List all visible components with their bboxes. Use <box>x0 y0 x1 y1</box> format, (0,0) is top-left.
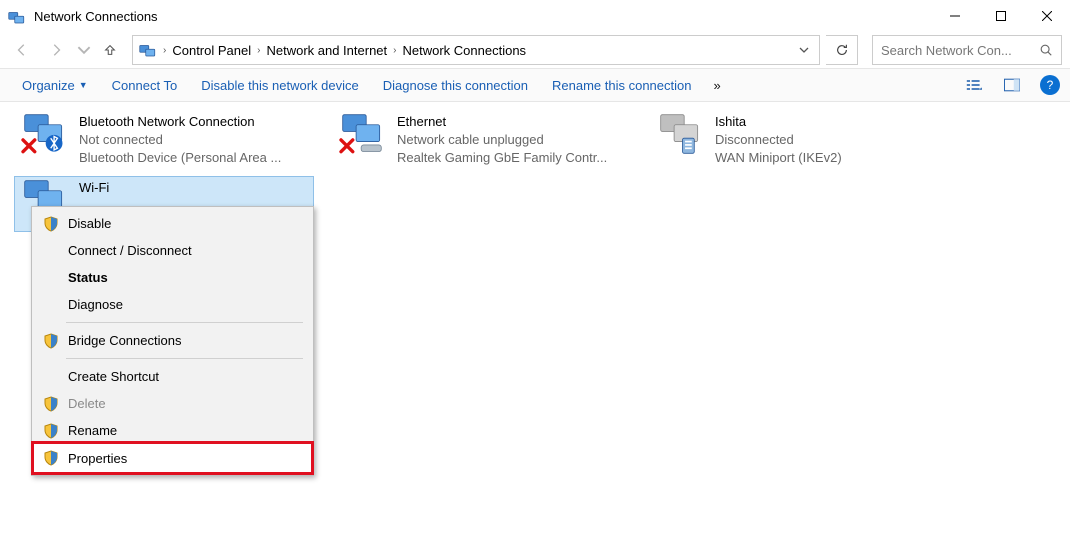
network-connections-icon <box>8 9 26 25</box>
connection-item-ethernet[interactable]: Ethernet Network cable unplugged Realtek… <box>332 110 632 170</box>
organize-menu[interactable]: Organize▼ <box>10 69 100 101</box>
ctx-connect-disconnect[interactable]: Connect / Disconnect <box>34 237 311 264</box>
minimize-button[interactable] <box>932 1 978 31</box>
connection-device: Bluetooth Device (Personal Area ... <box>79 149 281 167</box>
recent-locations-button[interactable] <box>76 36 92 64</box>
breadcrumb-sep: › <box>159 45 170 56</box>
up-button[interactable] <box>98 38 122 62</box>
disable-device-button[interactable]: Disable this network device <box>189 69 371 101</box>
navigation-row: › Control Panel › Network and Internet ›… <box>0 32 1070 68</box>
content-area: Bluetooth Network Connection Not connect… <box>0 102 1070 240</box>
command-bar: Organize▼ Connect To Disable this networ… <box>0 68 1070 102</box>
forward-button[interactable] <box>42 36 70 64</box>
ctx-status[interactable]: Status <box>34 264 311 291</box>
connection-status: Disconnected <box>715 131 842 149</box>
ctx-create-shortcut[interactable]: Create Shortcut <box>34 363 311 390</box>
close-button[interactable] <box>1024 1 1070 31</box>
breadcrumb-item[interactable]: Control Panel <box>170 43 253 58</box>
address-bar[interactable]: › Control Panel › Network and Internet ›… <box>132 35 820 65</box>
ctx-diagnose[interactable]: Diagnose <box>34 291 311 318</box>
titlebar: Network Connections <box>0 0 1070 32</box>
back-button[interactable] <box>8 36 36 64</box>
diagnose-connection-button[interactable]: Diagnose this connection <box>371 69 540 101</box>
context-menu: Disable Connect / Disconnect Status Diag… <box>31 206 314 476</box>
window-controls <box>932 1 1070 31</box>
address-icon <box>139 42 157 58</box>
shield-icon <box>42 333 60 349</box>
search-box[interactable]: Search Network Con... <box>872 35 1062 65</box>
network-adapter-icon <box>17 113 71 163</box>
shield-icon <box>42 396 60 412</box>
address-dropdown[interactable] <box>793 43 815 58</box>
connection-name: Ethernet <box>397 113 607 131</box>
connection-item-bluetooth[interactable]: Bluetooth Network Connection Not connect… <box>14 110 314 170</box>
ctx-separator <box>66 358 303 359</box>
network-adapter-icon <box>653 113 707 163</box>
breadcrumb-sep: › <box>253 45 264 56</box>
ctx-rename[interactable]: Rename <box>34 417 311 444</box>
window-title: Network Connections <box>34 9 932 24</box>
search-icon <box>1039 43 1053 57</box>
connection-item-ishita[interactable]: Ishita Disconnected WAN Miniport (IKEv2) <box>650 110 950 170</box>
connection-name: Ishita <box>715 113 842 131</box>
ctx-delete[interactable]: Delete <box>34 390 311 417</box>
search-placeholder: Search Network Con... <box>881 43 1039 58</box>
shield-icon <box>42 450 60 466</box>
rename-connection-button[interactable]: Rename this connection <box>540 69 703 101</box>
connection-status: Network cable unplugged <box>397 131 607 149</box>
shield-icon <box>42 216 60 232</box>
help-button[interactable]: ? <box>1040 75 1060 95</box>
ctx-separator <box>66 322 303 323</box>
connection-device: Realtek Gaming GbE Family Contr... <box>397 149 607 167</box>
connect-to-button[interactable]: Connect To <box>100 69 190 101</box>
breadcrumb-sep: › <box>389 45 400 56</box>
ctx-bridge-connections[interactable]: Bridge Connections <box>34 327 311 354</box>
view-options-button[interactable] <box>960 73 988 97</box>
breadcrumb-item[interactable]: Network and Internet <box>264 43 389 58</box>
connection-status: Not connected <box>79 131 281 149</box>
more-commands-button[interactable]: » <box>703 78 730 93</box>
connection-name: Bluetooth Network Connection <box>79 113 281 131</box>
maximize-button[interactable] <box>978 1 1024 31</box>
ctx-disable[interactable]: Disable <box>34 210 311 237</box>
connection-device: WAN Miniport (IKEv2) <box>715 149 842 167</box>
ctx-properties[interactable]: Properties <box>31 441 314 475</box>
network-adapter-icon <box>335 113 389 163</box>
shield-icon <box>42 423 60 439</box>
refresh-button[interactable] <box>826 35 858 65</box>
connection-name: Wi-Fi <box>79 179 109 197</box>
preview-pane-button[interactable] <box>998 73 1026 97</box>
breadcrumb-item[interactable]: Network Connections <box>401 43 529 58</box>
